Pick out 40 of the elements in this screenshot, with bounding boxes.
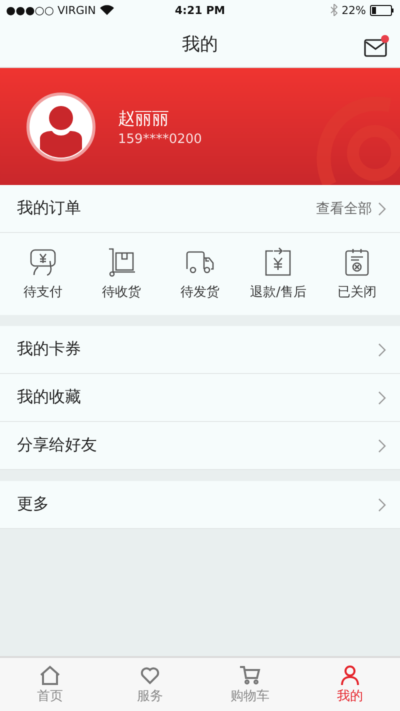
menu-label: 我的收藏 [17, 387, 81, 408]
order-status-button[interactable]: 待发货 [162, 247, 237, 301]
home-icon [39, 664, 61, 684]
menu-label: 分享给好友 [17, 435, 97, 456]
menu-item[interactable]: 分享给好友 [0, 422, 400, 470]
cart-icon [239, 664, 261, 684]
menu-item[interactable]: 我的卡券 [0, 326, 400, 374]
tab-bar-item[interactable]: 我的 [300, 658, 400, 711]
menu-label: 我的卡券 [17, 339, 81, 360]
chevron-icon [378, 202, 386, 216]
bluetooth-icon [330, 4, 338, 16]
battery-icon [370, 4, 394, 16]
mail-icon[interactable] [364, 34, 390, 58]
order-status-button[interactable]: 待收货 [84, 247, 159, 301]
chevron-icon [378, 390, 386, 404]
menu-item[interactable]: 更多 [0, 481, 400, 529]
menu-label: 更多 [17, 494, 49, 515]
avatar-icon[interactable] [26, 92, 96, 162]
heart-icon [140, 664, 160, 684]
page-title: 我的 [182, 32, 218, 56]
chevron-icon [378, 498, 386, 512]
order-status-button[interactable]: 已关闭 [320, 247, 394, 301]
box-trolley-icon [106, 247, 137, 277]
order-status-button[interactable]: 待支付 [6, 247, 80, 301]
carrier-signal: ●●●○○ VIRGIN [6, 4, 96, 16]
hand-yen-icon [28, 247, 58, 277]
yen-document-icon [263, 247, 294, 277]
chevron-icon [378, 342, 386, 356]
battery-percent: 22% [342, 4, 366, 16]
user-name: 赵丽丽 [118, 108, 170, 130]
user-phone: 159****0200 [118, 132, 202, 146]
view-all-link[interactable]: 查看全部 [316, 200, 372, 218]
menu-item[interactable]: 我的收藏 [0, 374, 400, 422]
chevron-icon [378, 438, 386, 452]
orders-header[interactable]: 我的订单 查看全部 [0, 185, 400, 233]
person-icon [340, 664, 360, 684]
order-status-button[interactable]: 退款/售后 [241, 247, 316, 301]
wifi-icon [100, 5, 114, 15]
orders-title: 我的订单 [17, 198, 81, 219]
clock-time: 4:21 PM [174, 4, 226, 16]
